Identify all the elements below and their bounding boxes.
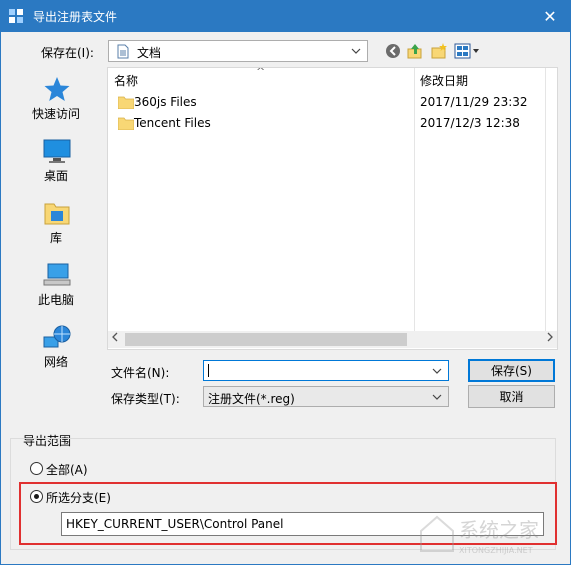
view-menu-button[interactable] (453, 41, 481, 61)
window-title: 导出注册表文件 (33, 10, 118, 24)
place-desktop[interactable]: 桌面 (9, 133, 103, 189)
scroll-right-icon[interactable] (547, 332, 553, 342)
place-libraries[interactable]: 库 (9, 195, 103, 251)
up-folder-button[interactable] (405, 41, 425, 61)
folder-icon (118, 96, 134, 109)
star-icon (44, 77, 70, 101)
place-label: 此电脑 (37, 293, 74, 307)
registry-app-icon (9, 9, 23, 23)
back-arrow-icon (386, 44, 400, 58)
computer-icon (43, 263, 71, 286)
places-bar: 快速访问 桌面 库 此电脑 网络 (9, 67, 103, 387)
chevron-down-icon (351, 48, 361, 54)
text-caret (208, 364, 209, 377)
filetype-value: 注册文件(*.reg) (208, 392, 295, 406)
scrollbar-thumb[interactable] (125, 333, 407, 346)
file-list[interactable]: ^ 名称 修改日期 360js Files 2017/11/29 23:32 T… (107, 67, 558, 350)
place-label: 网络 (43, 355, 68, 369)
save-in-value: 文档 (137, 46, 162, 60)
file-name: 360js Files (134, 95, 197, 109)
view-grid-icon (454, 43, 479, 59)
column-header-name[interactable]: 名称 (108, 68, 144, 92)
place-label: 快速访问 (31, 107, 80, 121)
filetype-combo[interactable]: 注册文件(*.reg) (203, 386, 449, 407)
cancel-button[interactable]: 取消 (468, 385, 555, 408)
title-bar: 导出注册表文件 ✕ (1, 1, 570, 32)
watermark-text: 系统之家 (459, 518, 539, 542)
desktop-icon (43, 139, 71, 163)
up-folder-icon (407, 44, 422, 59)
network-globe-icon (43, 325, 71, 348)
horizontal-scrollbar[interactable] (108, 331, 557, 348)
place-this-pc[interactable]: 此电脑 (9, 257, 103, 313)
save-in-label: 保存在(I): (41, 46, 94, 60)
close-icon: ✕ (543, 7, 557, 26)
watermark-logo: 系统之家 XITONGZHIJIA.NET (415, 501, 565, 561)
radio-all-label[interactable]: 全部(A) (46, 461, 88, 478)
place-network[interactable]: 网络 (9, 319, 103, 375)
radio-all[interactable] (30, 462, 43, 475)
file-date: 2017/11/29 23:32 (420, 95, 528, 109)
place-label: 桌面 (43, 169, 68, 183)
close-button[interactable]: ✕ (530, 1, 570, 32)
back-button[interactable] (383, 41, 403, 61)
scroll-left-icon[interactable] (112, 332, 118, 342)
file-date: 2017/12/3 12:38 (420, 116, 520, 130)
watermark-house-icon: 系统之家 XITONGZHIJIA.NET (420, 515, 539, 555)
filename-label: 文件名(N): (111, 366, 170, 380)
column-header-date[interactable]: 修改日期 (414, 68, 474, 92)
document-folder-icon (117, 44, 129, 59)
chevron-down-icon (432, 394, 442, 400)
sort-ascending-icon: ^ (256, 67, 266, 78)
save-button[interactable]: 保存(S) (468, 359, 555, 382)
new-folder-button[interactable] (429, 41, 449, 61)
list-item[interactable]: Tencent Files 2017/12/3 12:38 (108, 113, 557, 135)
list-item[interactable]: 360js Files 2017/11/29 23:32 (108, 92, 557, 114)
save-in-combo[interactable]: 文档 (108, 40, 368, 62)
place-label: 库 (49, 231, 62, 245)
library-folder-icon (44, 203, 70, 225)
file-name: Tencent Files (134, 116, 211, 130)
export-registry-dialog: 导出注册表文件 ✕ 保存在(I): 文档 快速访问 桌面 库 此电脑 网络 ^ … (0, 0, 571, 565)
chevron-down-icon[interactable] (432, 368, 442, 374)
new-folder-icon (431, 43, 447, 59)
folder-icon (118, 117, 134, 130)
filename-field[interactable] (203, 360, 449, 381)
place-quick-access[interactable]: 快速访问 (9, 71, 103, 127)
watermark-subtext: XITONGZHIJIA.NET (459, 546, 533, 555)
filetype-label: 保存类型(T): (111, 392, 180, 406)
